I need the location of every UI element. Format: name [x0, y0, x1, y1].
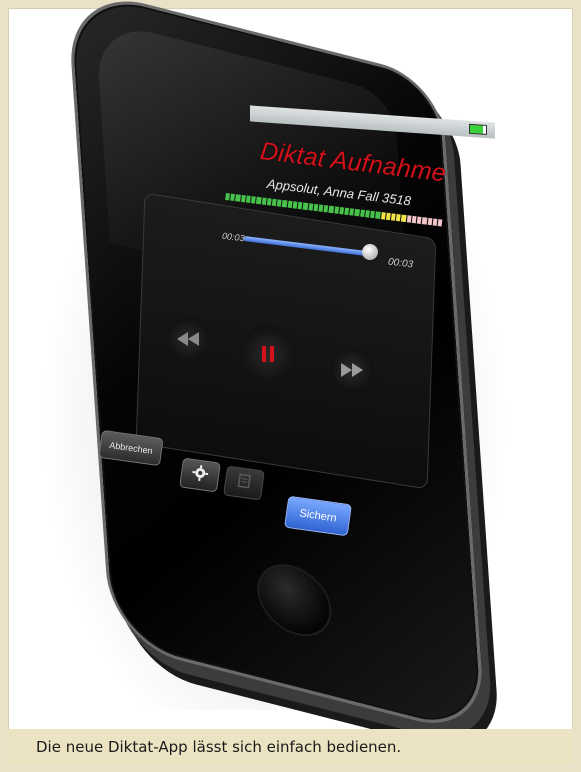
- document-icon: [237, 473, 252, 493]
- rewind-icon: [177, 332, 199, 346]
- battery-icon: [469, 123, 487, 136]
- save-button[interactable]: Sichern: [284, 495, 352, 537]
- app-screen: Diktat Aufnahme Appsolut, Anna Fall 3518…: [0, 0, 581, 730]
- pause-button[interactable]: [240, 326, 296, 382]
- phone-illustration: Diktat Aufnahme Appsolut, Anna Fall 3518…: [0, 0, 581, 739]
- gear-icon: [191, 463, 210, 486]
- rewind-button[interactable]: [166, 317, 210, 361]
- status-bar: [250, 105, 495, 139]
- fast-forward-button[interactable]: [330, 348, 374, 392]
- figure-caption: Die neue Diktat-App lässt sich einfach b…: [8, 729, 573, 764]
- progress-knob[interactable]: [362, 244, 378, 260]
- settings-button[interactable]: [179, 457, 221, 493]
- fast-forward-icon: [341, 363, 363, 377]
- level-segment: [437, 219, 443, 227]
- document-button[interactable]: [223, 465, 265, 501]
- pause-icon: [260, 345, 276, 363]
